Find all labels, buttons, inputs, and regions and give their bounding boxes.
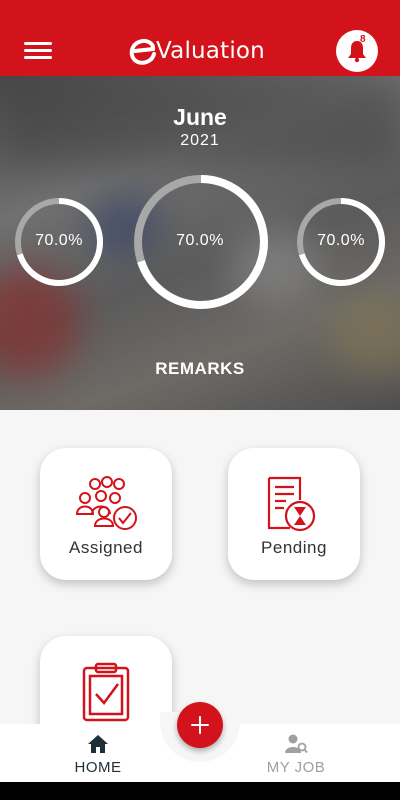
people-check-icon bbox=[75, 476, 137, 530]
menu-icon[interactable] bbox=[24, 40, 52, 62]
notification-button[interactable]: 8 bbox=[336, 30, 378, 72]
app-logo: Valuation bbox=[126, 33, 265, 69]
pending-card[interactable]: Pending bbox=[228, 448, 360, 580]
system-navigation-bar bbox=[0, 782, 400, 800]
user-search-icon bbox=[285, 734, 308, 754]
home-icon bbox=[88, 735, 108, 753]
ring-left-label: 70.0% bbox=[35, 232, 83, 249]
add-button[interactable] bbox=[177, 702, 223, 748]
nav-my-job-label: MY JOB bbox=[266, 759, 326, 776]
pending-label: Pending bbox=[261, 538, 327, 557]
ring-center-label: 70.0% bbox=[176, 232, 224, 249]
remarks-button[interactable]: REMARKS bbox=[0, 359, 400, 379]
app-bar: Valuation 8 bbox=[0, 0, 400, 76]
ring-right-label: 70.0% bbox=[317, 232, 365, 249]
notification-badge: 8 bbox=[360, 34, 366, 45]
app-title: Valuation bbox=[156, 38, 265, 64]
logo-e-icon bbox=[129, 38, 156, 65]
document-hourglass-icon bbox=[267, 476, 316, 532]
assigned-card[interactable]: Assigned bbox=[40, 448, 172, 580]
nav-home-label: HOME bbox=[74, 759, 122, 776]
assigned-label: Assigned bbox=[69, 538, 143, 557]
summary-hero: June 2021 70.0% 70.0% 70.0% REMARKS bbox=[0, 76, 400, 410]
clipboard-check-icon bbox=[82, 662, 130, 722]
